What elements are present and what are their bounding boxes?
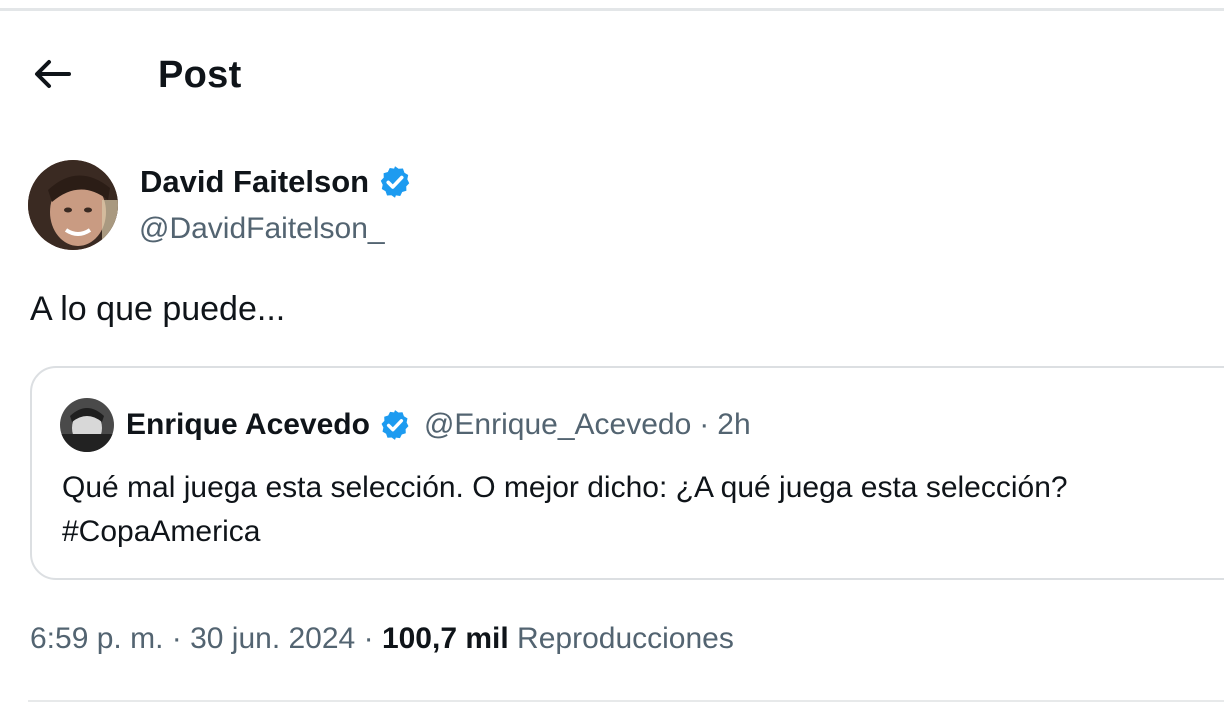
back-button[interactable] [26,52,78,96]
quoted-post-text: Qué mal juega esta selección. O mejor di… [62,466,1224,554]
quoted-author-name[interactable]: Enrique Acevedo [126,408,370,442]
avatar[interactable] [28,160,118,250]
view-label: Reproducciones [517,622,734,655]
bottom-divider [28,700,1224,702]
quoted-post[interactable]: Enrique Acevedo @Enrique_Acevedo · 2h Qu… [30,366,1224,580]
quoted-post-time[interactable]: 2h [717,408,750,442]
quoted-post-line: Qué mal juega esta selección. O mejor di… [62,471,1068,504]
top-divider [0,8,1224,11]
post-text: A lo que puede... [30,290,286,328]
quoted-post-header: Enrique Acevedo @Enrique_Acevedo · 2h [60,398,751,452]
verified-badge-icon [378,408,412,442]
post-time[interactable]: 6:59 p. m. [30,622,163,655]
verified-badge-icon[interactable] [377,164,413,200]
hashtag-link[interactable]: #CopaAmerica [62,510,1224,554]
avatar-image [28,160,118,250]
separator-dot: · [171,622,182,655]
arrow-left-icon [35,60,71,88]
post-metadata: 6:59 p. m. · 30 jun. 2024 · 100,7 mil Re… [30,622,734,656]
quoted-avatar-image [60,398,114,452]
quoted-author-handle[interactable]: @Enrique_Acevedo [424,408,691,442]
post-date[interactable]: 30 jun. 2024 [190,622,355,655]
page-title: Post [158,54,242,96]
author-name-row: David Faitelson [140,164,413,200]
separator-dot: · [699,408,710,441]
separator-dot: · [363,622,374,655]
post-header: Post [0,40,1224,112]
view-count: 100,7 mil [381,622,509,655]
post-author: David Faitelson @DavidFaitelson_ [28,158,928,258]
author-name[interactable]: David Faitelson [140,164,369,200]
author-handle[interactable]: @DavidFaitelson_ [139,212,385,246]
quoted-avatar[interactable] [60,398,114,452]
